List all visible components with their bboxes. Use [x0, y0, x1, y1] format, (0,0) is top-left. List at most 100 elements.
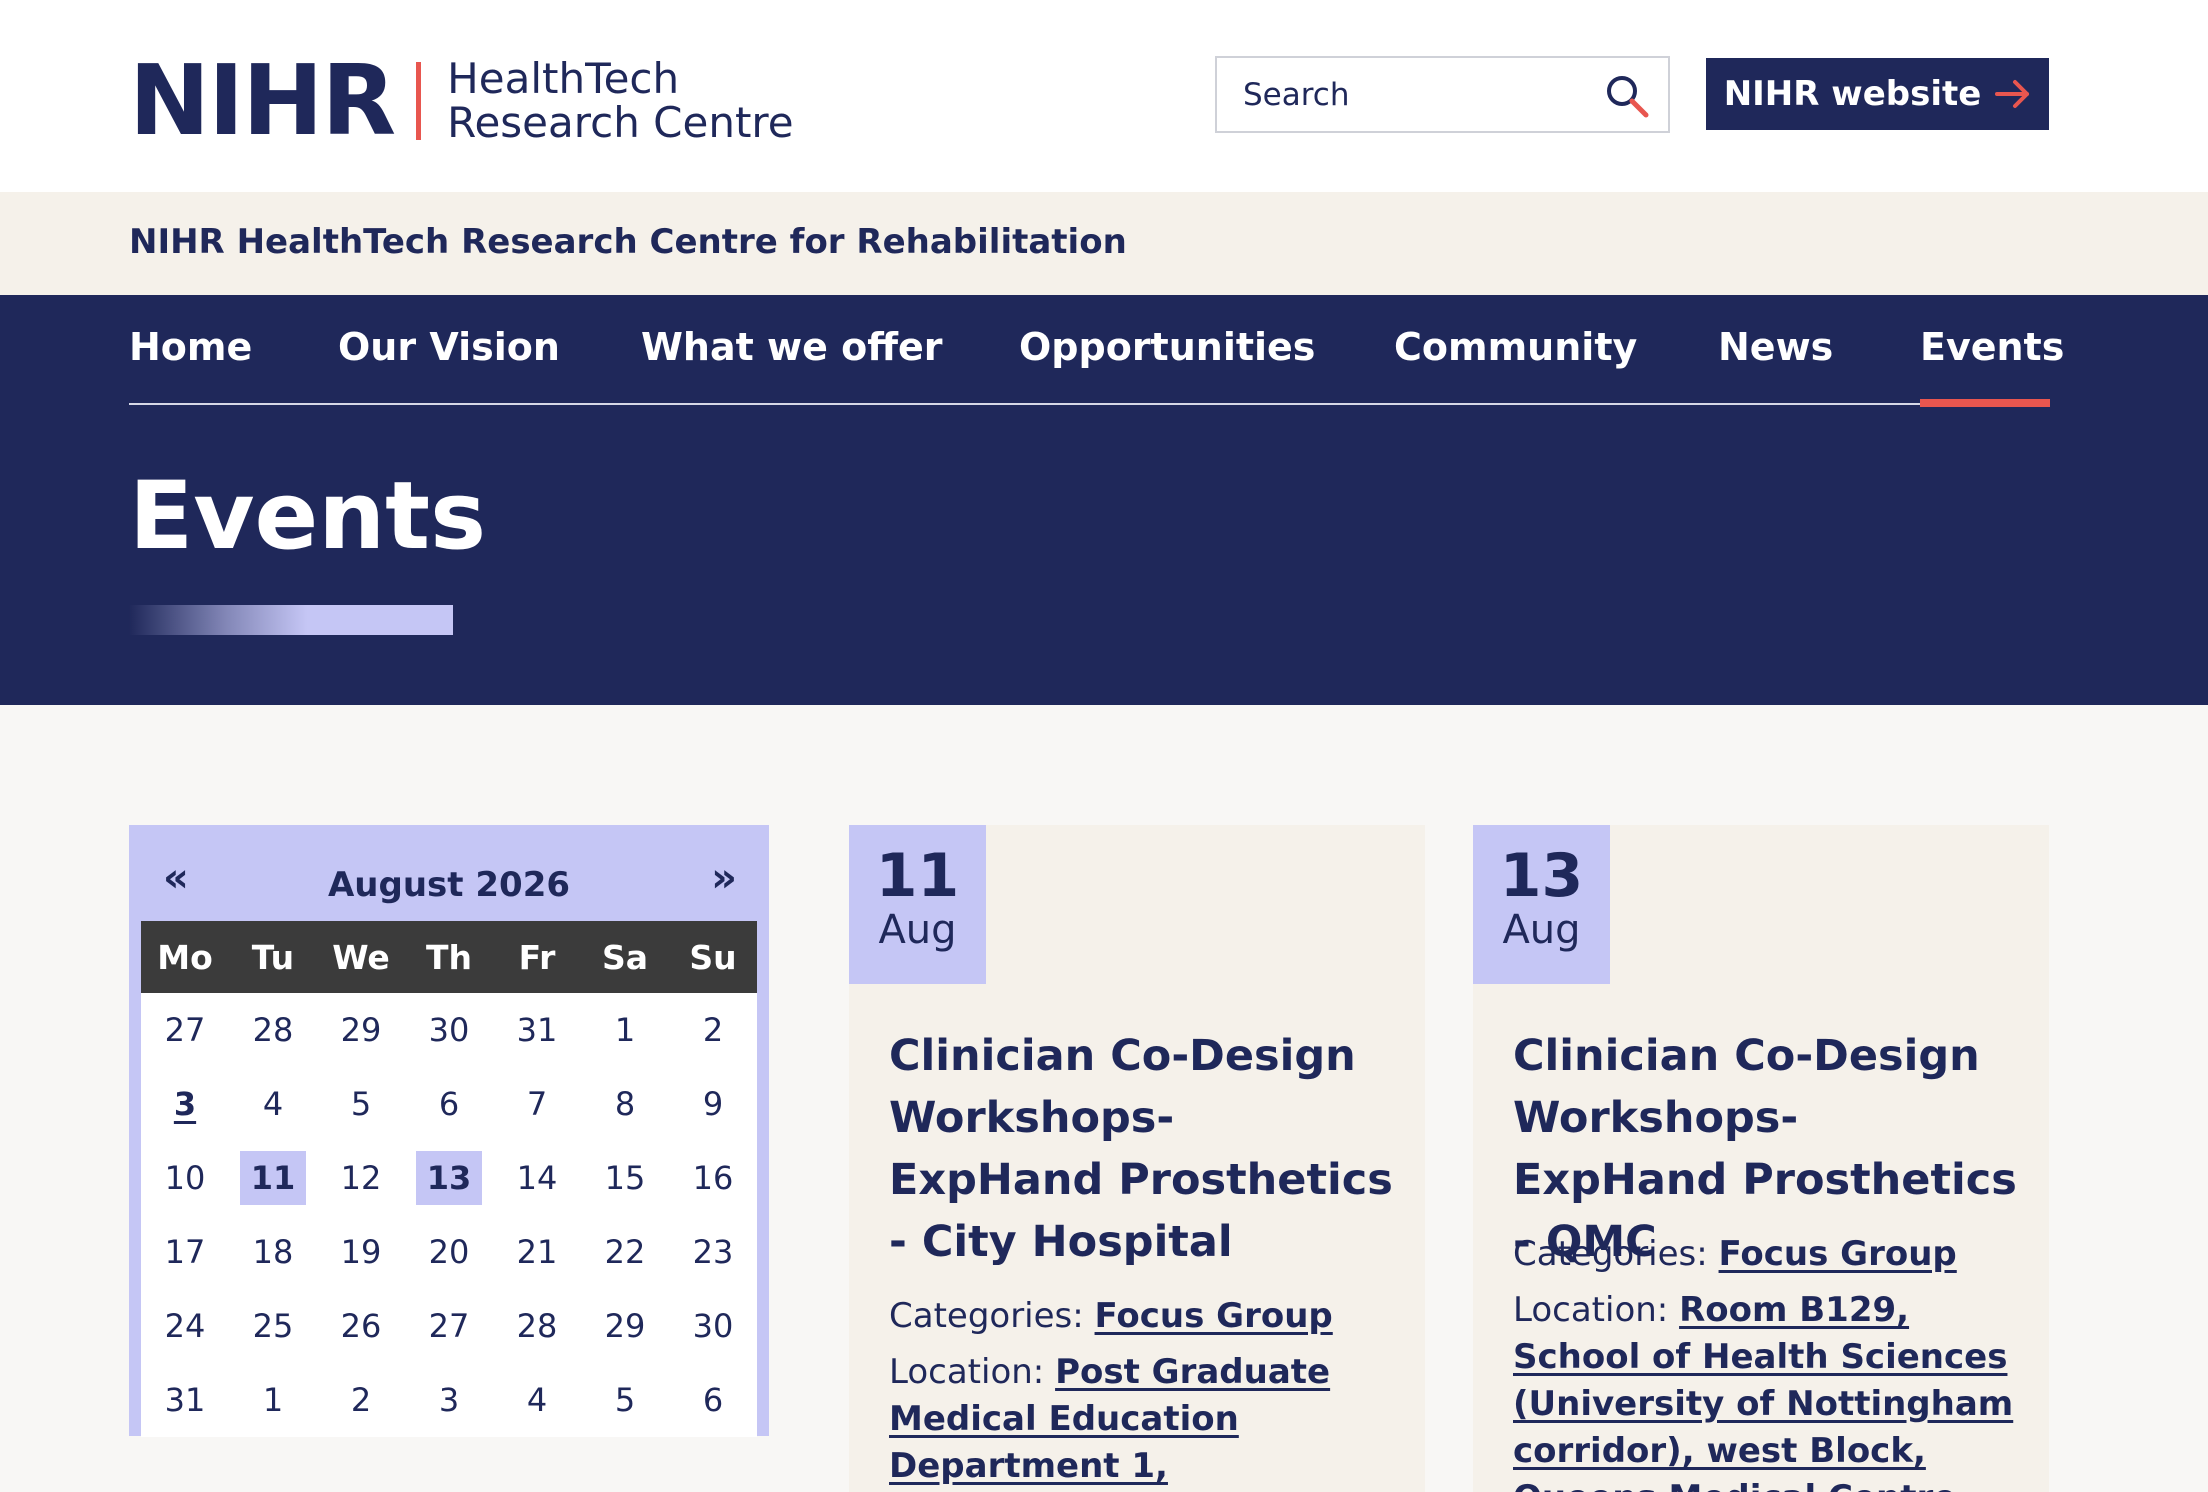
calendar-day-cell: 27	[405, 1289, 493, 1363]
calendar-next-button[interactable]: »	[711, 855, 737, 901]
calendar-month-label: August 2026	[327, 865, 571, 905]
calendar-day-cell: 2	[669, 993, 757, 1067]
categories-label: Categories:	[1513, 1234, 1708, 1274]
calendar-day: 10	[164, 1159, 206, 1197]
calendar-day: 29	[604, 1307, 646, 1345]
calendar-week-row: 10 11 12 13 14 15 16	[141, 1141, 757, 1215]
site-header: NIHR HealthTech Research Centre NIHR web…	[0, 0, 2208, 192]
calendar-day-cell: 29	[317, 993, 405, 1067]
event-month: Aug	[1502, 907, 1581, 953]
calendar-day: 4	[262, 1085, 284, 1123]
main-nav: Home Our Vision What we offer Opportunit…	[129, 295, 2064, 407]
location-label: Location:	[889, 1352, 1045, 1392]
calendar-day-cell: 24	[141, 1289, 229, 1363]
events-calendar: « August 2026 » Mo Tu We Th Fr Sa Su 27 2…	[129, 825, 769, 1437]
calendar-week-row: 24 25 26 27 28 29 30	[141, 1289, 757, 1363]
calendar-day: 9	[702, 1085, 724, 1123]
calendar-today: 3	[173, 1085, 197, 1123]
calendar-day-cell: 30	[405, 993, 493, 1067]
categories-label: Categories:	[889, 1296, 1084, 1336]
category-link[interactable]: Focus Group	[1719, 1234, 1957, 1274]
calendar-day-cell: 29	[581, 1289, 669, 1363]
event-card: 11 Aug Clinician Co-Design Workshops- Ex…	[849, 825, 1425, 1492]
nav-active-indicator	[1920, 399, 2050, 407]
calendar-day-cell: 20	[405, 1215, 493, 1289]
nav-item-what-we-offer[interactable]: What we offer	[641, 325, 943, 369]
calendar-day: 4	[526, 1381, 548, 1419]
calendar-day: 29	[340, 1011, 382, 1049]
search-icon[interactable]	[1604, 73, 1650, 119]
calendar-grid: Mo Tu We Th Fr Sa Su 27 28 29 30 31 1 2 3 4 5 6 7 8 9…	[141, 921, 757, 1437]
arrow-right-icon	[1995, 80, 2030, 108]
calendar-day-cell: 27	[141, 993, 229, 1067]
calendar-day-cell: 23	[669, 1215, 757, 1289]
calendar-day-cell: 12	[317, 1141, 405, 1215]
calendar-day: 3	[438, 1381, 460, 1419]
calendar-day: 27	[164, 1011, 206, 1049]
event-day: 13	[1499, 841, 1584, 911]
event-date-badge: 13 Aug	[1473, 825, 1610, 984]
calendar-day: 25	[252, 1307, 294, 1345]
calendar-day-cell: 21	[493, 1215, 581, 1289]
centre-title[interactable]: NIHR HealthTech Research Centre for Reha…	[129, 222, 1127, 262]
calendar-day: 12	[340, 1159, 382, 1197]
weekday-tu: Tu	[229, 921, 317, 993]
calendar-day: 1	[262, 1381, 284, 1419]
page-title: Events	[129, 462, 487, 571]
calendar-day-cell: 6	[405, 1067, 493, 1141]
search-box	[1215, 56, 1670, 133]
nav-item-community[interactable]: Community	[1394, 325, 1637, 369]
calendar-day: 31	[516, 1011, 558, 1049]
calendar-days: 27 28 29 30 31 1 2 3 4 5 6 7 8 9 10 11 12 13 14 15 16 17 18 19 2…	[141, 993, 757, 1437]
nihr-website-button[interactable]: NIHR website	[1706, 58, 2049, 130]
hero: Home Our Vision What we offer Opportunit…	[0, 295, 2208, 705]
calendar-day: 31	[164, 1381, 206, 1419]
search-input[interactable]	[1243, 76, 1593, 113]
nihr-website-label: NIHR website	[1723, 74, 1982, 114]
calendar-day-cell: 28	[493, 1289, 581, 1363]
weekday-su: Su	[669, 921, 757, 993]
calendar-day: 2	[702, 1011, 724, 1049]
logo-divider	[416, 61, 422, 140]
logo-text: HealthTech Research Centre	[447, 53, 793, 145]
nihr-logo[interactable]: NIHR HealthTech Research Centre	[129, 52, 794, 149]
calendar-day: 24	[164, 1307, 206, 1345]
category-link[interactable]: Focus Group	[1095, 1296, 1333, 1336]
calendar-day: 20	[428, 1233, 470, 1271]
event-month: Aug	[878, 907, 957, 953]
calendar-day: 19	[340, 1233, 382, 1271]
event-title-link[interactable]: Clinician Co-Design Workshops- ExpHand P…	[889, 1025, 1399, 1273]
logo-line-1: HealthTech	[447, 53, 680, 103]
calendar-day-cell: 1	[581, 993, 669, 1067]
nav-item-home[interactable]: Home	[129, 325, 252, 369]
calendar-week-row: 27 28 29 30 31 1 2	[141, 993, 757, 1067]
calendar-day-cell: 9	[669, 1067, 757, 1141]
nav-item-events[interactable]: Events	[1920, 325, 2064, 369]
calendar-week-row: 31 1 2 3 4 5 6	[141, 1363, 757, 1437]
calendar-day: 1	[614, 1011, 636, 1049]
calendar-day-cell: 3	[141, 1067, 229, 1141]
calendar-day: 17	[164, 1233, 206, 1271]
calendar-week-row: 3 4 5 6 7 8 9	[141, 1067, 757, 1141]
calendar-day: 30	[692, 1307, 734, 1345]
nav-item-news[interactable]: News	[1718, 325, 1833, 369]
title-underline-decoration	[129, 605, 453, 635]
weekday-fr: Fr	[493, 921, 581, 993]
calendar-week-row: 17 18 19 20 21 22 23	[141, 1215, 757, 1289]
nav-item-opportunities[interactable]: Opportunities	[1019, 325, 1315, 369]
calendar-day: 5	[614, 1381, 636, 1419]
calendar-day-cell: 10	[141, 1141, 229, 1215]
calendar-day-cell: 1	[229, 1363, 317, 1437]
calendar-day-cell: 4	[493, 1363, 581, 1437]
calendar-day: 28	[516, 1307, 558, 1345]
calendar-day-cell: 19	[317, 1215, 405, 1289]
calendar-event-day[interactable]: 11	[240, 1151, 306, 1205]
calendar-event-day[interactable]: 13	[416, 1151, 482, 1205]
calendar-day: 28	[252, 1011, 294, 1049]
nav-item-our-vision[interactable]: Our Vision	[338, 325, 560, 369]
calendar-day: 6	[702, 1381, 724, 1419]
calendar-header: « August 2026 »	[141, 837, 757, 921]
calendar-day: 6	[438, 1085, 460, 1123]
event-date-badge: 11 Aug	[849, 825, 986, 984]
calendar-day: 22	[604, 1233, 646, 1271]
